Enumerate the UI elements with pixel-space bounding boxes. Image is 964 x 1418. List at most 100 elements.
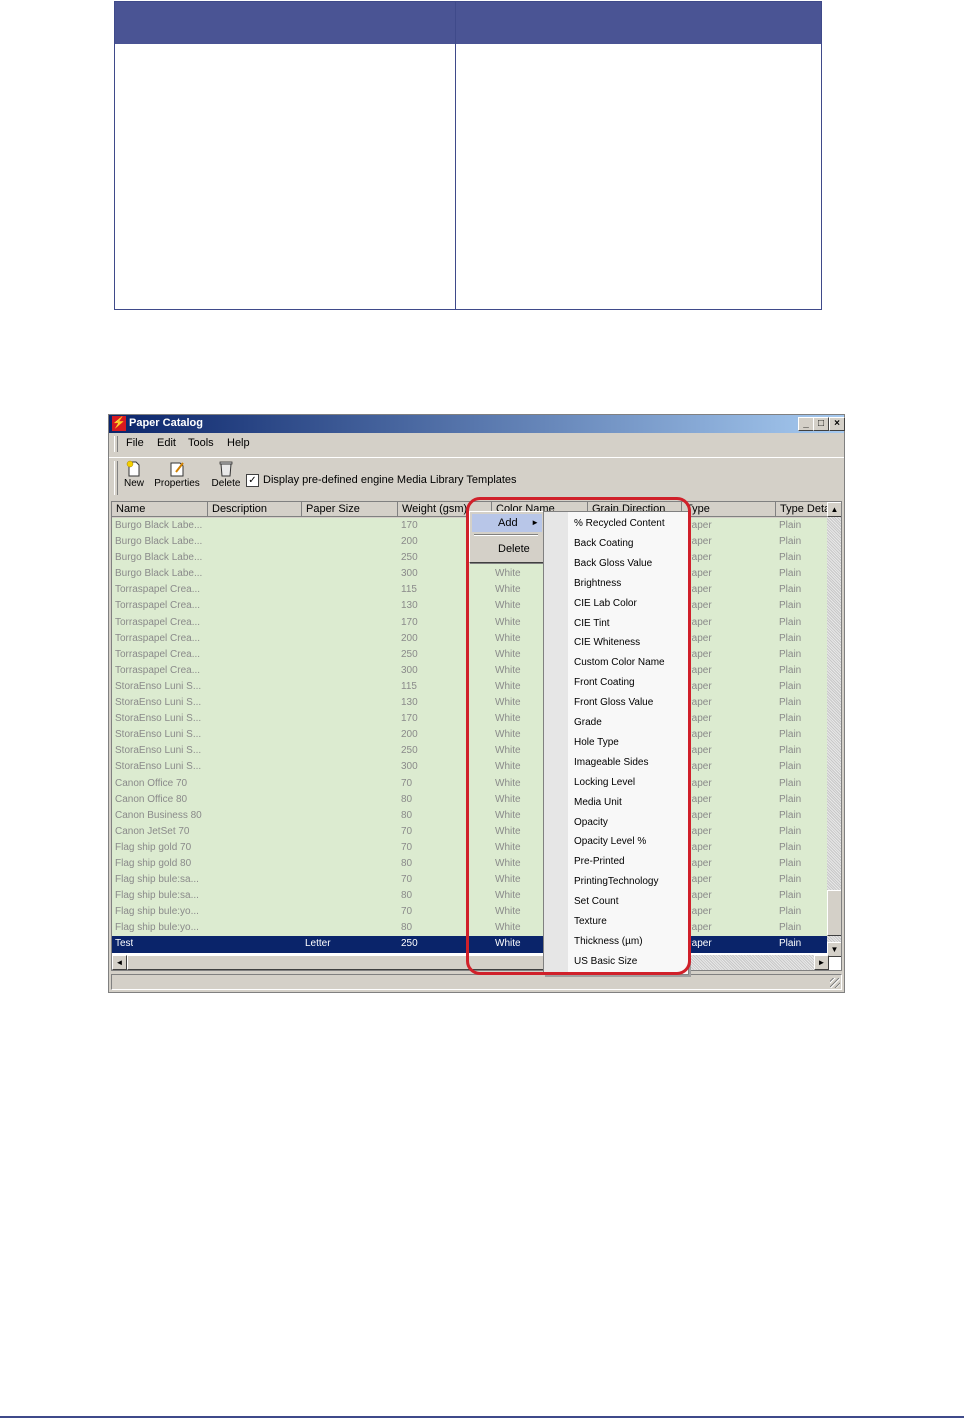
cell-name: StoraEnso Luni S... [115, 745, 202, 757]
templates-checkbox[interactable]: ✓ [246, 474, 259, 487]
cell-weight: 200 [401, 632, 418, 644]
cell-name: Torraspapel Crea... [115, 664, 201, 676]
properties-button[interactable]: Properties [152, 460, 202, 489]
cell-weight: 70 [401, 906, 413, 918]
cell-type-detail: Plain [779, 600, 802, 612]
vertical-scroll-thumb[interactable] [827, 890, 841, 936]
cell-weight: 250 [401, 938, 418, 950]
cell-weight: 300 [401, 664, 418, 676]
cell-weight: 80 [401, 793, 413, 805]
column-header-description[interactable]: Description [208, 502, 302, 517]
cell-name: StoraEnso Luni S... [115, 697, 202, 709]
cell-type-detail: Plain [779, 520, 802, 531]
cell-name: Flag ship bule:sa... [115, 874, 199, 886]
cell-weight: 170 [401, 520, 418, 531]
cell-name: Torraspapel Crea... [115, 616, 201, 628]
paper-catalog-window: ⚡ Paper Catalog _ □ × File Edit Tools He… [108, 414, 845, 993]
cell-type-detail: Plain [779, 793, 802, 805]
column-header-paper-size[interactable]: Paper Size [302, 502, 398, 517]
column-header-name[interactable]: Name [112, 502, 208, 517]
menu-file[interactable]: File [126, 437, 144, 449]
cell-weight: 250 [401, 552, 418, 564]
cell-weight: 115 [401, 680, 417, 692]
cell-name: Canon Office 80 [115, 793, 188, 805]
highlight-ring [466, 497, 691, 975]
delete-label: Delete [211, 478, 241, 489]
cell-name: Flag ship gold 80 [115, 857, 192, 869]
cell-weight: 80 [401, 857, 413, 869]
cell-weight: 200 [401, 729, 418, 741]
scroll-down-button[interactable]: ▼ [827, 942, 841, 957]
window-title: Paper Catalog [129, 417, 203, 429]
cell-weight: 130 [401, 697, 418, 709]
status-bar [111, 974, 842, 990]
cell-name: Torraspapel Crea... [115, 648, 201, 660]
cell-name: Canon Office 70 [115, 777, 188, 789]
toolbar-grip [114, 461, 118, 495]
scroll-right-button[interactable]: ► [814, 955, 829, 970]
cell-name: StoraEnso Luni S... [115, 713, 202, 725]
delete-button[interactable]: Delete [210, 460, 242, 489]
cell-name: Flag ship bule:yo... [115, 922, 199, 934]
cell-type-detail: Plain [779, 825, 802, 837]
cell-type-detail: Plain [779, 890, 802, 902]
new-button[interactable]: New [122, 460, 146, 489]
cell-type-detail: Plain [779, 680, 802, 692]
column-header-type-detail[interactable]: Type Detail [776, 502, 829, 517]
menu-edit[interactable]: Edit [157, 437, 176, 449]
cell-weight: 80 [401, 890, 413, 902]
cell-weight: 70 [401, 874, 413, 886]
cell-name: StoraEnso Luni S... [115, 761, 202, 773]
menu-bar: File Edit Tools Help [109, 433, 844, 455]
cell-type-detail: Plain [779, 616, 802, 628]
cell-type-detail: Plain [779, 584, 802, 596]
cell-type-detail: Plain [779, 809, 802, 821]
cell-type-detail: Plain [779, 745, 802, 757]
properties-label: Properties [154, 478, 200, 489]
cell-weight: 130 [401, 600, 418, 612]
cell-name: Torraspapel Crea... [115, 584, 201, 596]
menubar-grip [114, 436, 118, 452]
cell-type-detail: Plain [779, 713, 802, 725]
cell-weight: 170 [401, 713, 418, 725]
cell-weight: 70 [401, 825, 413, 837]
new-label: New [123, 478, 144, 489]
cell-weight: 115 [401, 584, 417, 596]
templates-checkbox-label[interactable]: Display pre-defined engine Media Library… [263, 474, 517, 486]
cell-weight: 200 [401, 536, 418, 548]
cell-name: Torraspapel Crea... [115, 632, 201, 644]
close-button[interactable]: × [829, 417, 845, 431]
cell-name: Burgo Black Labe... [115, 552, 203, 564]
menu-help[interactable]: Help [227, 437, 250, 449]
properties-icon [170, 462, 184, 477]
menu-tools[interactable]: Tools [188, 437, 214, 449]
resize-grip-icon[interactable] [830, 978, 840, 988]
trash-icon [219, 461, 233, 477]
document-table-divider [455, 2, 456, 309]
cell-weight: 250 [401, 648, 418, 660]
cell-type-detail: Plain [779, 922, 802, 934]
cell-type-detail: Plain [779, 874, 802, 886]
document-table [114, 1, 822, 310]
cell-name: Test [115, 938, 134, 950]
cell-weight: 170 [401, 616, 418, 628]
cell-type-detail: Plain [779, 536, 802, 548]
cell-type-detail: Plain [779, 906, 802, 918]
title-bar[interactable]: ⚡ Paper Catalog _ □ × [109, 415, 845, 433]
minimize-button[interactable]: _ [798, 417, 814, 431]
scroll-left-button[interactable]: ◄ [112, 955, 127, 970]
cell-name: StoraEnso Luni S... [115, 680, 202, 692]
cell-paper-size: Letter [305, 938, 331, 950]
column-header-type[interactable]: Type [682, 502, 776, 517]
cell-name: Torraspapel Crea... [115, 600, 201, 612]
cell-type-detail: Plain [779, 632, 802, 644]
cell-weight: 250 [401, 745, 418, 757]
scroll-up-button[interactable]: ▲ [827, 502, 841, 517]
cell-type-detail: Plain [779, 761, 802, 773]
cell-type-detail: Plain [779, 857, 802, 869]
cell-type-detail: Plain [779, 841, 802, 853]
cell-weight: 80 [401, 809, 413, 821]
cell-type-detail: Plain [779, 729, 802, 741]
vertical-scrollbar[interactable]: ▲ ▼ [827, 502, 841, 957]
maximize-button[interactable]: □ [813, 417, 829, 431]
